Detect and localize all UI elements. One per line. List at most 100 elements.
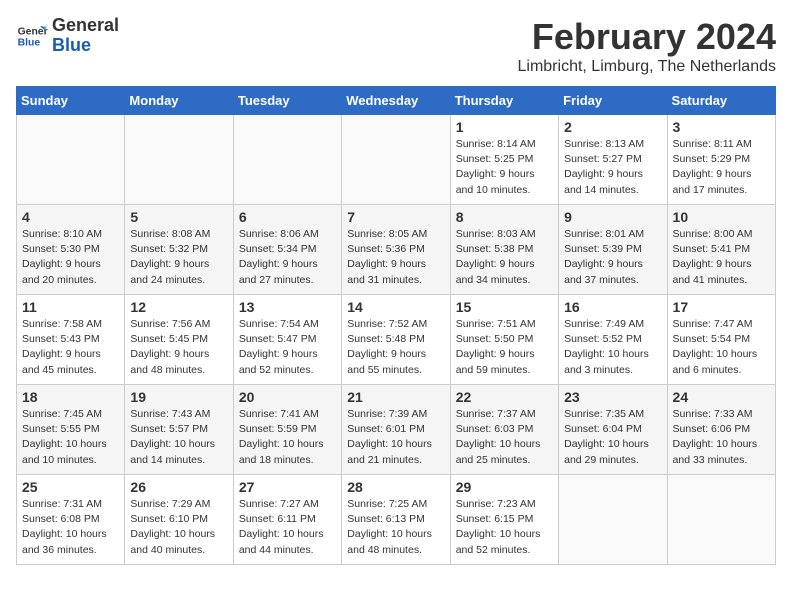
day-number: 19 (130, 389, 227, 405)
day-info: Sunrise: 7:43 AM Sunset: 5:57 PM Dayligh… (130, 407, 227, 468)
calendar-cell: 15 Sunrise: 7:51 AM Sunset: 5:50 PM Dayli… (450, 295, 558, 385)
day-info: Sunrise: 7:56 AM Sunset: 5:45 PM Dayligh… (130, 317, 227, 378)
logo: General Blue General Blue (16, 16, 119, 56)
day-number: 8 (456, 209, 553, 225)
day-number: 26 (130, 479, 227, 495)
logo-general: General (52, 16, 119, 36)
calendar-cell: 18Sunrise: 7:45 AM Sunset: 5:55 PM Dayli… (17, 385, 125, 475)
calendar-cell: 20 Sunrise: 7:41 AM Sunset: 5:59 PM Dayli… (233, 385, 341, 475)
calendar-cell: 9 Sunrise: 8:01 AM Sunset: 5:39 PM Daylig… (559, 205, 667, 295)
calendar-week-row: 4 Sunrise: 8:10 AM Sunset: 5:30 PM Daylig… (17, 205, 776, 295)
day-info: Sunrise: 7:52 AM Sunset: 5:48 PM Dayligh… (347, 317, 444, 378)
day-info: Sunrise: 7:58 AM Sunset: 5:43 PM Dayligh… (22, 317, 119, 378)
calendar-cell: 24 Sunrise: 7:33 AM Sunset: 6:06 PM Dayli… (667, 385, 775, 475)
calendar-week-row: 1 Sunrise: 8:14 AM Sunset: 5:25 PM Daylig… (17, 115, 776, 205)
calendar-cell: 26 Sunrise: 7:29 AM Sunset: 6:10 PM Dayli… (125, 475, 233, 565)
header-friday: Friday (559, 87, 667, 115)
day-info: Sunrise: 8:14 AM Sunset: 5:25 PM Dayligh… (456, 137, 553, 198)
day-number: 7 (347, 209, 444, 225)
day-number: 1 (456, 119, 553, 135)
location: Limbricht, Limburg, The Netherlands (518, 58, 777, 76)
calendar-cell: 12Sunrise: 7:56 AM Sunset: 5:45 PM Dayli… (125, 295, 233, 385)
day-number: 4 (22, 209, 119, 225)
day-info: Sunrise: 7:33 AM Sunset: 6:06 PM Dayligh… (673, 407, 770, 468)
calendar-cell: 28Sunrise: 7:25 AM Sunset: 6:13 PM Dayli… (342, 475, 450, 565)
calendar-cell: 11 Sunrise: 7:58 AM Sunset: 5:43 PM Dayli… (17, 295, 125, 385)
header-monday: Monday (125, 87, 233, 115)
logo-blue: Blue (52, 36, 119, 56)
day-info: Sunrise: 7:47 AM Sunset: 5:54 PM Dayligh… (673, 317, 770, 378)
day-number: 16 (564, 299, 661, 315)
day-number: 3 (673, 119, 770, 135)
day-info: Sunrise: 8:11 AM Sunset: 5:29 PM Dayligh… (673, 137, 770, 198)
day-info: Sunrise: 8:06 AM Sunset: 5:34 PM Dayligh… (239, 227, 336, 288)
day-number: 24 (673, 389, 770, 405)
calendar-cell: 22 Sunrise: 7:37 AM Sunset: 6:03 PM Dayli… (450, 385, 558, 475)
day-info: Sunrise: 8:05 AM Sunset: 5:36 PM Dayligh… (347, 227, 444, 288)
calendar-cell (559, 475, 667, 565)
month-year: February 2024 (518, 16, 777, 58)
calendar-cell: 21 Sunrise: 7:39 AM Sunset: 6:01 PM Dayli… (342, 385, 450, 475)
day-info: Sunrise: 7:31 AM Sunset: 6:08 PM Dayligh… (22, 497, 119, 558)
day-info: Sunrise: 8:01 AM Sunset: 5:39 PM Dayligh… (564, 227, 661, 288)
day-number: 11 (22, 299, 119, 315)
calendar-cell (17, 115, 125, 205)
calendar-cell: 7 Sunrise: 8:05 AM Sunset: 5:36 PM Daylig… (342, 205, 450, 295)
day-info: Sunrise: 8:00 AM Sunset: 5:41 PM Dayligh… (673, 227, 770, 288)
day-info: Sunrise: 7:23 AM Sunset: 6:15 PM Dayligh… (456, 497, 553, 558)
header-sunday: Sunday (17, 87, 125, 115)
day-info: Sunrise: 7:51 AM Sunset: 5:50 PM Dayligh… (456, 317, 553, 378)
calendar-cell: 14Sunrise: 7:52 AM Sunset: 5:48 PM Dayli… (342, 295, 450, 385)
day-number: 25 (22, 479, 119, 495)
day-number: 21 (347, 389, 444, 405)
day-info: Sunrise: 7:37 AM Sunset: 6:03 PM Dayligh… (456, 407, 553, 468)
day-number: 13 (239, 299, 336, 315)
day-number: 6 (239, 209, 336, 225)
day-number: 5 (130, 209, 227, 225)
calendar-cell: 29 Sunrise: 7:23 AM Sunset: 6:15 PM Dayli… (450, 475, 558, 565)
calendar-cell: 17 Sunrise: 7:47 AM Sunset: 5:54 PM Dayli… (667, 295, 775, 385)
day-number: 17 (673, 299, 770, 315)
calendar-week-row: 11 Sunrise: 7:58 AM Sunset: 5:43 PM Dayli… (17, 295, 776, 385)
calendar-header-row: SundayMondayTuesdayWednesdayThursdayFrid… (17, 87, 776, 115)
calendar-cell: 6 Sunrise: 8:06 AM Sunset: 5:34 PM Daylig… (233, 205, 341, 295)
day-info: Sunrise: 7:35 AM Sunset: 6:04 PM Dayligh… (564, 407, 661, 468)
calendar-cell: 19 Sunrise: 7:43 AM Sunset: 5:57 PM Dayli… (125, 385, 233, 475)
day-number: 29 (456, 479, 553, 495)
day-number: 27 (239, 479, 336, 495)
calendar-table: SundayMondayTuesdayWednesdayThursdayFrid… (16, 86, 776, 565)
calendar-cell: 10 Sunrise: 8:00 AM Sunset: 5:41 PM Dayli… (667, 205, 775, 295)
calendar-cell: 8 Sunrise: 8:03 AM Sunset: 5:38 PM Daylig… (450, 205, 558, 295)
day-info: Sunrise: 7:54 AM Sunset: 5:47 PM Dayligh… (239, 317, 336, 378)
day-number: 15 (456, 299, 553, 315)
day-number: 18 (22, 389, 119, 405)
calendar-cell (342, 115, 450, 205)
calendar-cell: 16Sunrise: 7:49 AM Sunset: 5:52 PM Dayli… (559, 295, 667, 385)
day-info: Sunrise: 8:13 AM Sunset: 5:27 PM Dayligh… (564, 137, 661, 198)
day-number: 10 (673, 209, 770, 225)
day-number: 9 (564, 209, 661, 225)
day-number: 2 (564, 119, 661, 135)
calendar-cell: 27 Sunrise: 7:27 AM Sunset: 6:11 PM Dayli… (233, 475, 341, 565)
calendar-week-row: 25 Sunrise: 7:31 AM Sunset: 6:08 PM Dayli… (17, 475, 776, 565)
calendar-cell: 1 Sunrise: 8:14 AM Sunset: 5:25 PM Daylig… (450, 115, 558, 205)
calendar-cell: 3 Sunrise: 8:11 AM Sunset: 5:29 PM Daylig… (667, 115, 775, 205)
calendar-week-row: 18Sunrise: 7:45 AM Sunset: 5:55 PM Dayli… (17, 385, 776, 475)
calendar-cell: 5Sunrise: 8:08 AM Sunset: 5:32 PM Daylig… (125, 205, 233, 295)
day-number: 20 (239, 389, 336, 405)
calendar-cell: 4 Sunrise: 8:10 AM Sunset: 5:30 PM Daylig… (17, 205, 125, 295)
day-info: Sunrise: 8:10 AM Sunset: 5:30 PM Dayligh… (22, 227, 119, 288)
calendar-cell: 2 Sunrise: 8:13 AM Sunset: 5:27 PM Daylig… (559, 115, 667, 205)
day-info: Sunrise: 8:03 AM Sunset: 5:38 PM Dayligh… (456, 227, 553, 288)
day-info: Sunrise: 7:39 AM Sunset: 6:01 PM Dayligh… (347, 407, 444, 468)
day-number: 23 (564, 389, 661, 405)
day-number: 28 (347, 479, 444, 495)
calendar-cell (233, 115, 341, 205)
day-number: 22 (456, 389, 553, 405)
page-header: General Blue General Blue February 2024 … (16, 16, 776, 76)
header-saturday: Saturday (667, 87, 775, 115)
day-info: Sunrise: 7:29 AM Sunset: 6:10 PM Dayligh… (130, 497, 227, 558)
day-info: Sunrise: 7:27 AM Sunset: 6:11 PM Dayligh… (239, 497, 336, 558)
day-info: Sunrise: 7:41 AM Sunset: 5:59 PM Dayligh… (239, 407, 336, 468)
calendar-cell (125, 115, 233, 205)
